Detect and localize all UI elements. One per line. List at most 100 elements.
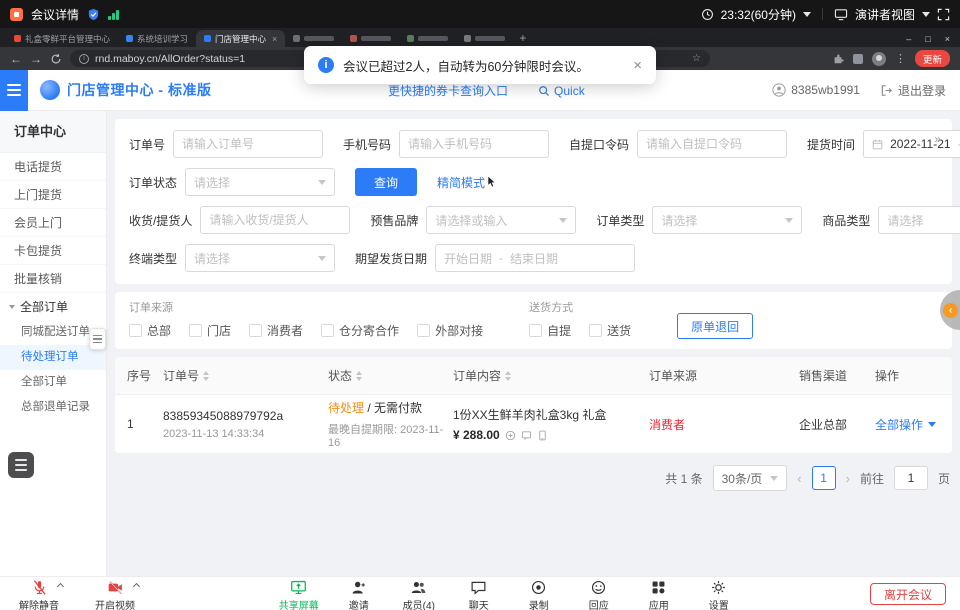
page-size-select[interactable]: 30条/页 <box>713 465 788 491</box>
goto-page-input[interactable] <box>894 466 928 490</box>
meeting-details-button[interactable]: 会议详情 <box>31 6 79 23</box>
record-button[interactable]: 录制 <box>512 579 566 610</box>
browser-menu-icon[interactable] <box>895 52 906 65</box>
floating-list-button[interactable] <box>8 452 34 478</box>
checkbox-warehouse-coop[interactable]: 仓分寄合作 <box>321 322 399 339</box>
next-page-icon[interactable] <box>846 471 850 486</box>
extension-icon[interactable] <box>853 54 863 64</box>
return-original-order-button[interactable]: 原单退回 <box>677 313 753 339</box>
tool-label: 聊天 <box>469 597 489 610</box>
view-mode-dropdown-icon[interactable] <box>922 12 930 17</box>
camera-options-icon[interactable] <box>133 583 140 590</box>
expect-date-range[interactable]: 开始日期 - 结束日期 <box>435 244 635 272</box>
user-account[interactable]: 8385wb1991 <box>772 83 860 97</box>
sidebar-item-hq-refund-records[interactable]: 总部退单记录 <box>0 395 106 420</box>
bookmark-star-icon[interactable] <box>692 53 701 64</box>
sidebar-item-member-visit[interactable]: 会员上门 <box>0 209 106 237</box>
apps-button[interactable]: 应用 <box>632 579 686 610</box>
brand: 门店管理中心 - 标准版 <box>40 80 211 100</box>
sidebar-item-batch-verify[interactable]: 批量核销 <box>0 265 106 293</box>
mic-options-icon[interactable] <box>57 583 64 590</box>
all-actions-dropdown[interactable]: 全部操作 <box>875 416 939 433</box>
phone-input[interactable] <box>399 130 549 158</box>
invite-button[interactable]: 邀请 <box>332 579 386 610</box>
meeting-timer[interactable]: 23:32(60分钟) <box>721 6 796 23</box>
browser-profile-avatar[interactable] <box>872 52 886 66</box>
sort-icon[interactable] <box>203 371 209 381</box>
hamburger-menu-button[interactable] <box>0 70 28 111</box>
col-order-no[interactable]: 订单号 <box>163 367 328 384</box>
sidebar-item-card-pickup[interactable]: 卡包提货 <box>0 237 106 265</box>
logout-button[interactable]: 退出登录 <box>880 82 946 99</box>
security-shield-icon[interactable] <box>87 8 100 21</box>
view-mode-label[interactable]: 演讲者视图 <box>855 6 915 23</box>
toast-close-icon[interactable] <box>633 57 642 74</box>
goods-type-select[interactable]: 请选择 <box>878 206 960 234</box>
sort-icon[interactable] <box>505 371 511 381</box>
browser-tab[interactable] <box>399 30 456 47</box>
fullscreen-icon[interactable] <box>937 8 950 21</box>
simple-mode-link[interactable]: 精简模式 <box>437 174 497 191</box>
checkbox-hq[interactable]: 总部 <box>129 322 171 339</box>
delivery-method-options: 自提 送货 <box>529 322 631 339</box>
col-status[interactable]: 状态 <box>328 367 453 384</box>
checkbox-store[interactable]: 门店 <box>189 322 231 339</box>
coupon-query-link[interactable]: 更快捷的券卡查询入口 <box>388 82 508 99</box>
forward-icon[interactable] <box>30 53 42 65</box>
minimize-icon[interactable] <box>906 34 911 44</box>
checkbox-external[interactable]: 外部对接 <box>417 322 483 339</box>
new-tab-button[interactable] <box>519 31 526 45</box>
browser-tab-active[interactable]: 门店管理中心 <box>196 30 285 47</box>
quick-search[interactable]: Quick <box>538 84 585 98</box>
col-content[interactable]: 订单内容 <box>453 367 649 384</box>
search-button[interactable]: 查询 <box>355 168 417 196</box>
cell-order-no: 83859345088979792a 2023-11-13 14:33:34 <box>163 409 328 440</box>
start-video-button[interactable]: 开启视频 <box>88 579 142 610</box>
message-icon[interactable] <box>521 430 532 441</box>
reaction-button[interactable]: 回应 <box>572 579 626 610</box>
site-info-icon[interactable]: i <box>79 54 89 64</box>
order-type-select[interactable]: 请选择 <box>652 206 802 234</box>
tab-close-icon[interactable] <box>272 34 277 44</box>
members-button[interactable]: 成员(4) <box>392 579 446 610</box>
terminal-type-select[interactable]: 请选择 <box>185 244 335 272</box>
collapse-filters-icon[interactable]: » <box>934 132 940 146</box>
order-no-input[interactable] <box>173 130 323 158</box>
chat-button[interactable]: 聊天 <box>452 579 506 610</box>
gift-icon[interactable] <box>505 430 516 441</box>
checkbox-consumer[interactable]: 消费者 <box>249 322 303 339</box>
browser-update-button[interactable]: 更新 <box>915 50 950 67</box>
prev-page-icon[interactable] <box>797 471 801 486</box>
phone-icon[interactable] <box>537 430 548 441</box>
unmute-button[interactable]: 解除静音 <box>12 579 66 610</box>
sort-icon[interactable] <box>356 371 362 381</box>
pickup-code-input[interactable] <box>637 130 787 158</box>
checkbox-self-pickup[interactable]: 自提 <box>529 322 571 339</box>
pickup-date-range[interactable]: 2022-11-21 - 结束日期 <box>863 130 960 158</box>
share-screen-button[interactable]: 共享屏幕 <box>272 579 326 610</box>
browser-tab[interactable] <box>456 30 513 47</box>
presale-brand-select[interactable]: 请选择或输入 <box>426 206 576 234</box>
browser-tab[interactable] <box>342 30 399 47</box>
browser-tab[interactable]: 礼盒零鲜平台管理中心 <box>6 30 118 47</box>
order-status-select[interactable]: 请选择 <box>185 168 335 196</box>
receiver-input[interactable] <box>200 206 350 234</box>
order-number[interactable]: 83859345088979792a <box>163 409 328 423</box>
back-icon[interactable] <box>10 53 22 65</box>
checkbox-delivery[interactable]: 送货 <box>589 322 631 339</box>
sidebar-drag-handle[interactable] <box>89 328 106 350</box>
sidebar-group-all-orders[interactable]: 全部订单 <box>0 293 106 320</box>
settings-button[interactable]: 设置 <box>692 579 746 610</box>
extensions-puzzle-icon[interactable] <box>832 53 844 65</box>
timer-dropdown-icon[interactable] <box>803 12 811 17</box>
current-page[interactable]: 1 <box>812 466 836 490</box>
refresh-icon[interactable] <box>50 53 62 65</box>
sidebar-item-phone-pickup[interactable]: 电话提货 <box>0 153 106 181</box>
browser-tab[interactable] <box>285 30 342 47</box>
maximize-icon[interactable] <box>925 34 930 44</box>
browser-tab[interactable]: 系统培训学习 <box>118 30 196 47</box>
sidebar-item-door-pickup[interactable]: 上门提货 <box>0 181 106 209</box>
close-icon[interactable] <box>945 34 950 44</box>
sidebar-item-all-orders[interactable]: 全部订单 <box>0 370 106 395</box>
leave-meeting-button[interactable]: 离开会议 <box>870 583 946 605</box>
